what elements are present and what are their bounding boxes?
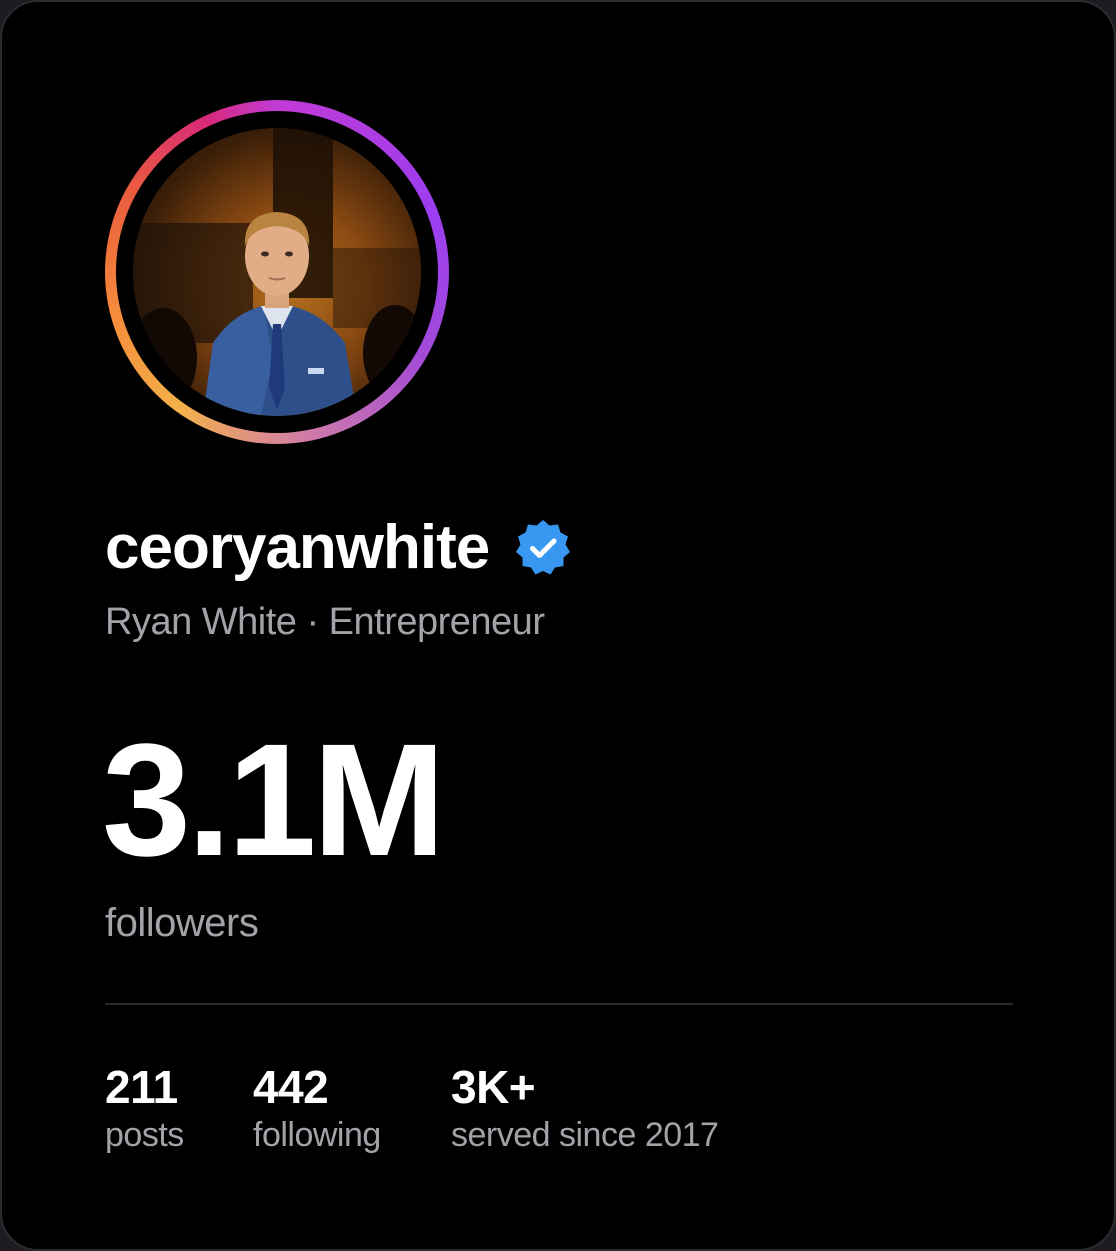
avatar-frame: [116, 111, 438, 433]
username-row: ceoryanwhite: [105, 510, 573, 586]
verified-badge-icon: [516, 520, 571, 575]
profile-subtitle: Ryan White · Entrepreneur: [105, 601, 545, 643]
stat-posts[interactable]: 211 posts: [105, 1062, 184, 1155]
avatar[interactable]: [133, 128, 421, 416]
followers-label: followers: [105, 901, 259, 945]
username[interactable]: ceoryanwhite: [105, 517, 490, 579]
stat-label: served since 2017: [451, 1115, 719, 1154]
followers-count: 3.1M: [102, 710, 446, 889]
avatar-image: [133, 128, 421, 416]
profile-card: ceoryanwhite Ryan White · Entrepreneur 3…: [0, 0, 1116, 1251]
stat-served: 3K+ served since 2017: [451, 1061, 719, 1155]
divider: [105, 1003, 1013, 1005]
stat-label: following: [253, 1115, 381, 1154]
stat-value: 442: [253, 1061, 329, 1113]
story-ring[interactable]: [105, 100, 449, 444]
stat-following[interactable]: 442 following: [253, 1062, 381, 1155]
stat-value: 3K+: [451, 1061, 536, 1113]
stat-label: posts: [105, 1115, 184, 1154]
stat-value: 211: [105, 1061, 178, 1113]
